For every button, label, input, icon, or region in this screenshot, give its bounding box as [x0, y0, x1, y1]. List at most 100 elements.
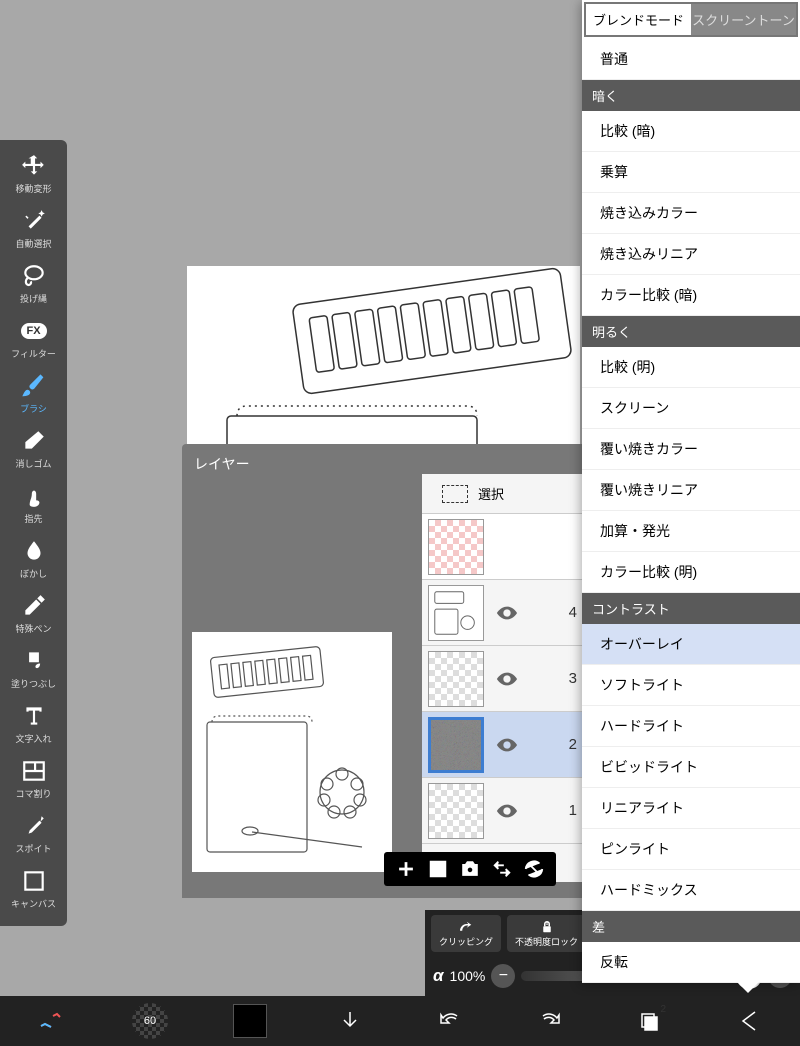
blend-mode-popup: ブレンドモード スクリーントーン 普通暗く比較 (暗)乗算焼き込みカラー焼き込み… [582, 0, 800, 983]
tool-eyedrop[interactable]: スポイト [0, 808, 67, 863]
brush-size-indicator: 60 [132, 1003, 168, 1039]
blend-mode-item[interactable]: ビビッドライト [582, 747, 800, 788]
bottom-app-bar: 60 2 [0, 996, 800, 1046]
layer-panel: レイヤー 選択 4 3 [182, 444, 587, 898]
opacity-value: 100% [450, 968, 486, 984]
tool-fx[interactable]: FXフィルター [0, 313, 67, 368]
visibility-icon[interactable] [496, 672, 518, 686]
tool-move[interactable]: 移動変形 [0, 148, 67, 203]
tool-special[interactable]: 特殊ペン [0, 588, 67, 643]
eyedropper-icon [20, 812, 48, 840]
clipping-button[interactable]: クリッピング [431, 915, 501, 952]
brush-icon [20, 372, 48, 400]
blend-popup-tabs: ブレンドモード スクリーントーン [584, 2, 798, 37]
blend-mode-item[interactable]: 覆い焼きカラー [582, 429, 800, 470]
popup-tail [736, 981, 760, 993]
layer-number: 1 [569, 802, 577, 819]
tool-brush[interactable]: ブラシ [0, 368, 67, 423]
blend-mode-item[interactable]: ピンライト [582, 829, 800, 870]
blend-section-header: 明るく [582, 316, 800, 347]
blend-mode-item[interactable]: カラー比較 (明) [582, 552, 800, 593]
clear-button[interactable] [520, 857, 548, 881]
blend-mode-item[interactable]: ソフトライト [582, 665, 800, 706]
blend-mode-item[interactable]: ハードミックス [582, 870, 800, 911]
layer-row-selected[interactable]: 2 [422, 712, 587, 778]
tool-blur[interactable]: ぼかし [0, 533, 67, 588]
selection-layer-row[interactable]: 選択 [422, 474, 587, 514]
tool-frame[interactable]: コマ割り [0, 753, 67, 808]
tool-fill[interactable]: 塗りつぶし [0, 643, 67, 698]
opacity-minus-button[interactable]: − [491, 964, 515, 988]
blend-mode-item[interactable]: ハードライト [582, 706, 800, 747]
duplicate-layer-button[interactable] [424, 857, 452, 881]
bucket-icon [20, 647, 48, 675]
visibility-icon[interactable] [496, 804, 518, 818]
blend-mode-item[interactable]: 覆い焼きリニア [582, 470, 800, 511]
opacity-lock-button[interactable]: α不透明度ロック [507, 915, 586, 952]
color-swatch-button[interactable] [220, 1001, 280, 1041]
blend-mode-item[interactable]: 比較 (明) [582, 347, 800, 388]
layer-row-pink[interactable] [422, 514, 587, 580]
tool-lasso[interactable]: 投げ縄 [0, 258, 67, 313]
blend-mode-item[interactable]: 反転 [582, 942, 800, 983]
tool-sidebar: 移動変形 自動選択 投げ縄 FXフィルター ブラシ 消しゴム 指先 ぼかし 特殊… [0, 140, 67, 926]
fx-icon: FX [20, 317, 48, 345]
blend-mode-item[interactable]: 乗算 [582, 152, 800, 193]
camera-button[interactable] [456, 857, 484, 881]
canvas-icon [20, 867, 48, 895]
layer-list: 選択 4 3 2 1 背景 [422, 474, 587, 882]
layer-thumbnail [428, 585, 484, 641]
layer-thumbnail [428, 717, 484, 773]
selection-marquee-icon [442, 485, 468, 503]
tab-screentone[interactable]: スクリーントーン [691, 4, 796, 35]
brush-size-button[interactable]: 60 [120, 1001, 180, 1041]
download-button[interactable] [320, 1001, 380, 1041]
layer-thumbnail [428, 519, 484, 575]
flip-button[interactable] [488, 857, 516, 881]
wand-icon [20, 207, 48, 235]
tab-blend-mode[interactable]: ブレンドモード [586, 4, 691, 35]
blend-mode-item[interactable]: 加算・発光 [582, 511, 800, 552]
smudge-icon [20, 482, 48, 510]
tool-text[interactable]: 文字入れ [0, 698, 67, 753]
tool-smudge[interactable]: 指先 [0, 478, 67, 533]
layers-button[interactable]: 2 [620, 1001, 680, 1041]
special-pen-icon [20, 592, 48, 620]
add-layer-button[interactable] [392, 857, 420, 881]
color-swatch [233, 1004, 267, 1038]
blend-mode-item[interactable]: 比較 (暗) [582, 111, 800, 152]
eraser-icon [20, 427, 48, 455]
redo-button[interactable] [520, 1001, 580, 1041]
layer-row[interactable]: 1 [422, 778, 587, 844]
visibility-icon[interactable] [496, 606, 518, 620]
layer-thumbnail [428, 783, 484, 839]
blend-mode-item[interactable]: カラー比較 (暗) [582, 275, 800, 316]
blur-icon [20, 537, 48, 565]
blend-mode-item[interactable]: スクリーン [582, 388, 800, 429]
blend-mode-item[interactable]: 焼き込みカラー [582, 193, 800, 234]
layer-row[interactable]: 4 [422, 580, 587, 646]
layer-number: 3 [569, 670, 577, 687]
back-button[interactable] [720, 1001, 780, 1041]
selection-label: 選択 [478, 484, 504, 503]
layer-row[interactable]: 3 [422, 646, 587, 712]
text-icon [20, 702, 48, 730]
blend-mode-item[interactable]: 普通 [582, 39, 800, 80]
layer-toolbar [384, 852, 556, 886]
tool-wand[interactable]: 自動選択 [0, 203, 67, 258]
lasso-icon [20, 262, 48, 290]
brush-toggle-button[interactable] [20, 1001, 80, 1041]
blend-mode-item[interactable]: オーバーレイ [582, 624, 800, 665]
move-icon [20, 152, 48, 180]
layer-number: 2 [569, 736, 577, 753]
alpha-symbol: α [433, 966, 444, 986]
layer-thumbnail [428, 651, 484, 707]
tool-eraser[interactable]: 消しゴム [0, 423, 67, 478]
blend-mode-item[interactable]: 焼き込みリニア [582, 234, 800, 275]
frame-icon [20, 757, 48, 785]
tool-canvas[interactable]: キャンバス [0, 863, 67, 918]
blend-section-header: コントラスト [582, 593, 800, 624]
blend-mode-item[interactable]: リニアライト [582, 788, 800, 829]
undo-button[interactable] [420, 1001, 480, 1041]
visibility-icon[interactable] [496, 738, 518, 752]
